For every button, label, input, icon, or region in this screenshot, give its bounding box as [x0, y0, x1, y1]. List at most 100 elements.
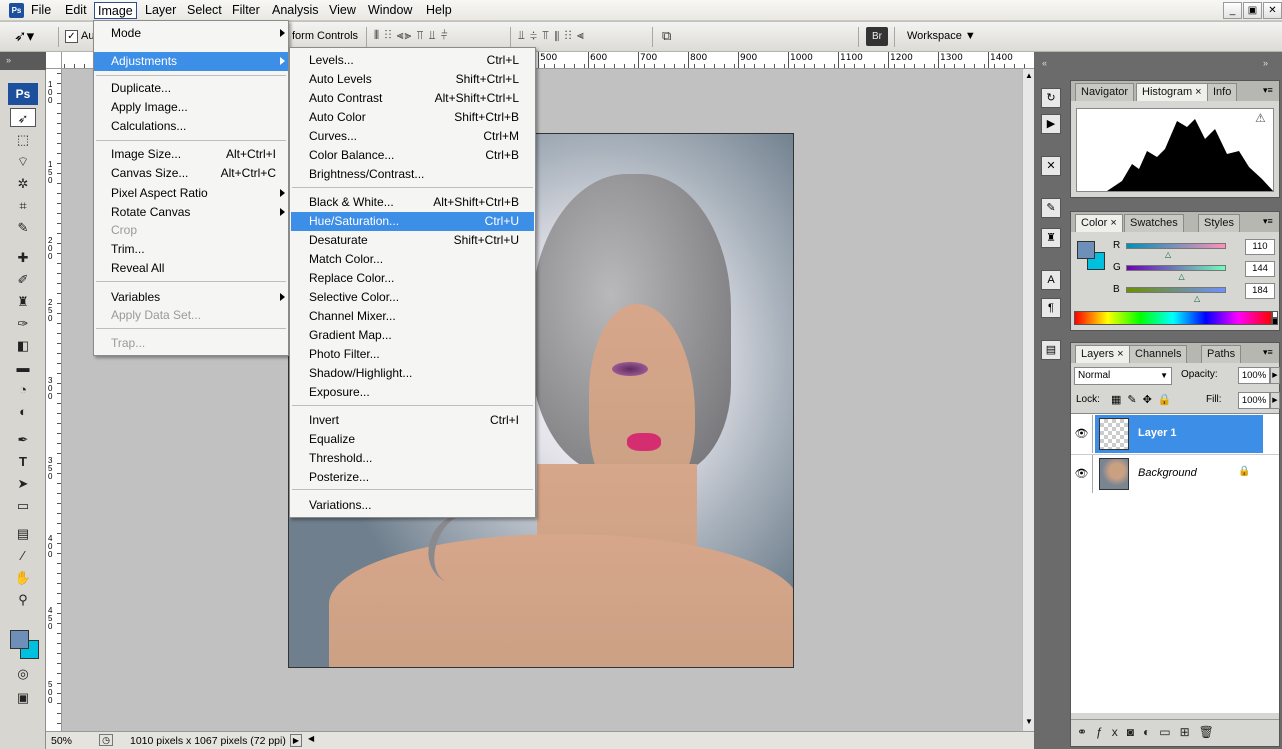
slider-g[interactable] [1126, 265, 1226, 271]
opacity-arrow[interactable]: ▶ [1270, 367, 1280, 384]
hand-tool-icon[interactable]: ✋ [10, 568, 36, 587]
layers-bottom-toolbar[interactable]: ⚭ƒx◙◐▭⊞🗑 [1071, 719, 1279, 745]
move-tool-icon[interactable]: ➶ [10, 108, 36, 127]
tool-presets-icon[interactable]: ✕ [1041, 156, 1061, 176]
blend-mode-select[interactable]: Normal ▼ [1074, 367, 1172, 385]
gradient-tool-icon[interactable]: ▬ [10, 358, 36, 377]
panel-menu-icon[interactable]: ▾≡ [1263, 216, 1273, 227]
eraser-tool-icon[interactable]: ◧ [10, 336, 36, 355]
layer-comps-icon[interactable]: ▤ [1041, 340, 1061, 360]
zoom-tool-icon[interactable]: ⚲ [10, 590, 36, 609]
marquee-tool-icon[interactable]: ⬚ [10, 130, 36, 149]
menu-item-pixel-aspect-ratio[interactable]: Pixel Aspect Ratio [94, 184, 288, 203]
menu-help[interactable]: Help [423, 2, 455, 19]
panel-menu-icon[interactable]: ▾≡ [1263, 85, 1273, 96]
zoom-level[interactable]: 50% [51, 735, 72, 747]
adjust-item-replace-color[interactable]: Replace Color... [291, 269, 534, 288]
brushes-panel-icon[interactable]: ✎ [1041, 198, 1061, 218]
close-button[interactable]: ✕ [1263, 2, 1282, 19]
slider-b[interactable] [1126, 287, 1226, 293]
adjust-item-curves[interactable]: Curves... Ctrl+M [291, 127, 534, 146]
vertical-scrollbar[interactable]: ▲ ▼ [1022, 69, 1034, 731]
adjust-item-auto-contrast[interactable]: Auto Contrast Alt+Shift+Ctrl+L [291, 89, 534, 108]
pen-tool-icon[interactable]: ✒ [10, 430, 36, 449]
adjust-item-invert[interactable]: Invert Ctrl+I [291, 411, 534, 430]
workspace-dropdown[interactable]: Workspace ▼ [907, 30, 976, 42]
background-visibility-eye-icon[interactable]: 👁 [1071, 455, 1093, 493]
history-brush-tool-icon[interactable]: ✑ [10, 314, 36, 333]
menu-item-rotate-canvas[interactable]: Rotate Canvas [94, 203, 288, 222]
adjust-item-gradient-map[interactable]: Gradient Map... [291, 326, 534, 345]
menu-item-calculations[interactable]: Calculations... [94, 117, 288, 136]
actions-panel-icon[interactable]: ▶ [1041, 114, 1061, 134]
adjust-item-levels[interactable]: Levels... Ctrl+L [291, 51, 534, 70]
lock-icons[interactable]: ▦✎✥🔒 [1111, 393, 1178, 406]
screen-mode-icon[interactable]: ▣ [10, 688, 36, 707]
dock-collapse-icon[interactable]: « [1042, 58, 1047, 68]
menu-analysis[interactable]: Analysis [269, 2, 322, 19]
value-r[interactable]: 110 [1245, 239, 1275, 255]
menu-item-reveal-all[interactable]: Reveal All [94, 259, 288, 278]
move-tool-preset-icon[interactable]: ➶▾ [14, 26, 48, 48]
menu-item-apply-image[interactable]: Apply Image... [94, 98, 288, 117]
path-selection-tool-icon[interactable]: ➤ [10, 474, 36, 493]
tab-color[interactable]: Color × [1075, 214, 1123, 232]
panel-menu-icon[interactable]: ▾≡ [1263, 347, 1273, 358]
menu-item-canvas-size[interactable]: Canvas Size... Alt+Ctrl+C [94, 164, 288, 183]
adjust-item-selective-color[interactable]: Selective Color... [291, 288, 534, 307]
history-panel-icon[interactable]: ↻ [1041, 88, 1061, 108]
menu-filter[interactable]: Filter [229, 2, 263, 19]
adjust-item-brightness-contrast[interactable]: Brightness/Contrast... [291, 165, 534, 184]
status-menu-arrow[interactable]: ▶ [290, 734, 302, 747]
slider-b-thumb[interactable]: △ [1194, 294, 1200, 303]
ruler-origin[interactable] [46, 52, 62, 69]
align-buttons-group[interactable]: ⫴ ⫶⫶ ⫷⫸ ⫪ ⫫ ⫩ [374, 28, 449, 43]
menu-item-image-size[interactable]: Image Size... Alt+Ctrl+I [94, 145, 288, 164]
value-g[interactable]: 144 [1245, 261, 1275, 277]
fill-input[interactable]: 100% [1238, 392, 1270, 409]
adjust-item-black-white[interactable]: Black & White... Alt+Shift+Ctrl+B [291, 193, 534, 212]
paragraph-panel-icon[interactable]: ¶ [1041, 298, 1061, 318]
quick-mask-icon[interactable]: ◎ [10, 664, 36, 683]
fill-arrow[interactable]: ▶ [1270, 392, 1280, 409]
adjust-item-photo-filter[interactable]: Photo Filter... [291, 345, 534, 364]
minimize-button[interactable]: _ [1223, 2, 1242, 19]
tab-histogram[interactable]: Histogram × [1136, 83, 1208, 101]
menu-item-trim[interactable]: Trim... [94, 240, 288, 259]
tab-info[interactable]: Info [1207, 83, 1238, 101]
slider-r[interactable] [1126, 243, 1226, 249]
auto-align-icon[interactable]: ⧉ [662, 28, 671, 44]
adjust-item-variations[interactable]: Variations... [291, 496, 534, 515]
adjust-item-posterize[interactable]: Posterize... [291, 468, 534, 487]
crop-tool-icon[interactable]: ⌗ [10, 196, 36, 215]
photoshop-logo[interactable]: Ps [8, 83, 38, 105]
toolbox-collapse[interactable]: » [0, 52, 46, 70]
brush-tool-icon[interactable]: ✐ [10, 270, 36, 289]
adjust-item-desaturate[interactable]: Desaturate Shift+Ctrl+U [291, 231, 534, 250]
slider-r-thumb[interactable]: △ [1165, 250, 1171, 259]
adjust-item-channel-mixer[interactable]: Channel Mixer... [291, 307, 534, 326]
adjust-item-auto-levels[interactable]: Auto Levels Shift+Ctrl+L [291, 70, 534, 89]
menu-item-variables[interactable]: Variables [94, 288, 288, 307]
adjust-item-threshold[interactable]: Threshold... [291, 449, 534, 468]
adjust-item-equalize[interactable]: Equalize [291, 430, 534, 449]
menu-file[interactable]: File [28, 2, 54, 19]
cache-warning-icon[interactable]: ⚠ [1255, 111, 1266, 125]
status-info-icon[interactable]: ◷ [99, 734, 113, 746]
clone-stamp-tool-icon[interactable]: ♜ [10, 292, 36, 311]
tab-channels[interactable]: Channels [1129, 345, 1188, 363]
layer-visibility-eye-icon[interactable]: 👁 [1071, 415, 1093, 453]
adjust-item-match-color[interactable]: Match Color... [291, 250, 534, 269]
value-b[interactable]: 184 [1245, 283, 1275, 299]
tab-styles[interactable]: Styles [1198, 214, 1240, 232]
menu-edit[interactable]: Edit [62, 2, 90, 19]
slice-tool-icon[interactable]: ✎ [10, 218, 36, 237]
type-tool-icon[interactable]: T [10, 452, 36, 471]
tab-layers[interactable]: Layers × [1075, 345, 1130, 363]
auto-select-checkbox[interactable]: ✓ [65, 30, 78, 43]
spectrum-black[interactable] [1272, 318, 1278, 325]
panels-collapse-icon[interactable]: » [1263, 58, 1268, 68]
restore-button[interactable]: ▣ [1243, 2, 1262, 19]
tab-navigator[interactable]: Navigator [1075, 83, 1135, 101]
menu-item-mode[interactable]: Mode [94, 24, 288, 43]
